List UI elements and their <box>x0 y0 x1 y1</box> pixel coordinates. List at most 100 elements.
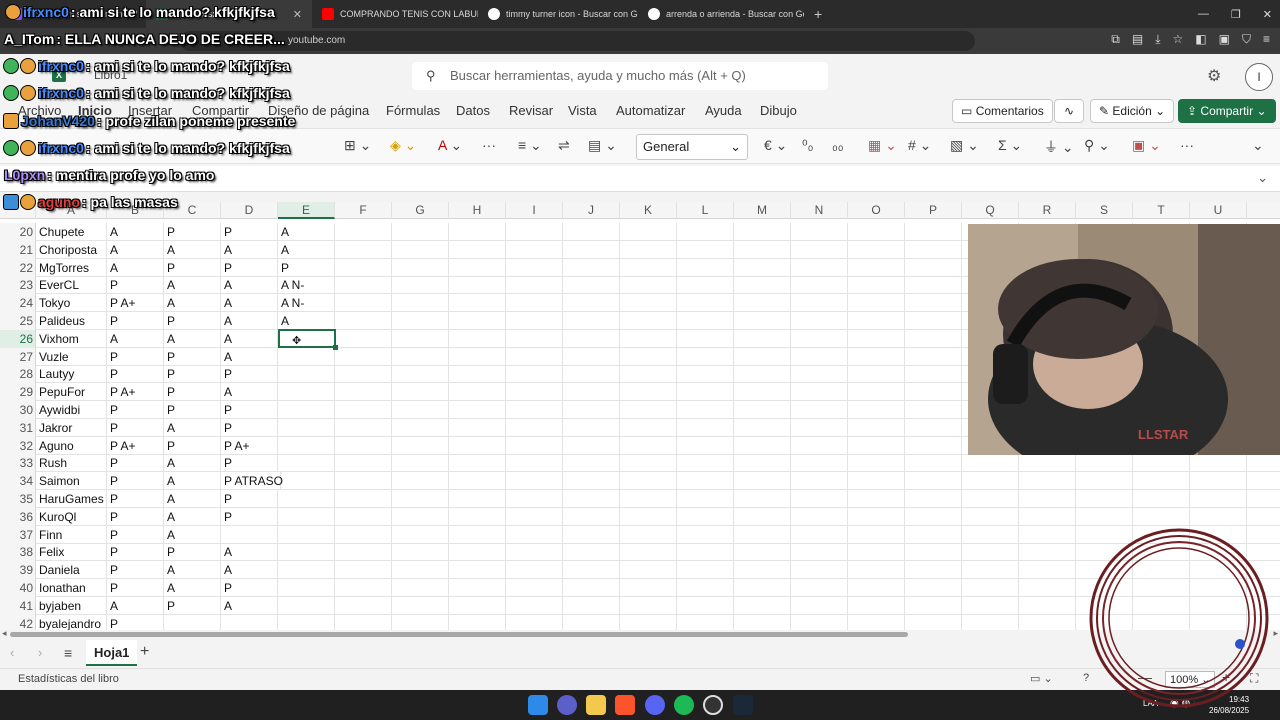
empty-cell[interactable] <box>962 454 1019 473</box>
empty-cell[interactable] <box>962 579 1019 597</box>
empty-cell[interactable] <box>677 561 734 580</box>
empty-cell[interactable] <box>506 312 563 330</box>
empty-cell[interactable] <box>563 579 620 597</box>
extensions-icon[interactable]: ⧉ <box>1111 32 1120 47</box>
empty-cell[interactable] <box>335 312 392 330</box>
empty-cell[interactable] <box>677 436 734 455</box>
empty-cell[interactable] <box>506 561 563 580</box>
cell-d32[interactable]: P A+ <box>221 436 278 455</box>
cell-e37[interactable] <box>278 525 335 544</box>
cell-a33[interactable]: Rush <box>36 454 107 473</box>
cell-b38[interactable]: P <box>107 543 164 562</box>
empty-cell[interactable] <box>734 276 791 295</box>
cell-b24[interactable]: P A+ <box>107 294 164 313</box>
empty-cell[interactable] <box>335 436 392 455</box>
cell-d22[interactable]: P <box>221 258 278 277</box>
empty-cell[interactable] <box>905 240 962 259</box>
empty-cell[interactable] <box>506 383 563 402</box>
expand-formula-icon[interactable]: ⌄ <box>1257 170 1268 186</box>
empty-cell[interactable] <box>563 490 620 508</box>
prev-sheet-icon[interactable]: ‹ <box>10 645 14 660</box>
table-format-icon[interactable]: # ⌄ <box>908 137 931 154</box>
borders-icon[interactable]: ⊞ ⌄ <box>344 137 371 154</box>
collapse-ribbon-icon[interactable]: ⌄ <box>1252 137 1264 154</box>
empty-cell[interactable] <box>563 258 620 277</box>
cell-c21[interactable]: A <box>164 240 221 259</box>
empty-cell[interactable] <box>848 240 905 259</box>
cell-c33[interactable]: A <box>164 454 221 473</box>
column-header-p[interactable]: P <box>905 202 962 219</box>
empty-cell[interactable] <box>335 454 392 473</box>
cell-a22[interactable]: MgTorres <box>36 258 107 277</box>
empty-cell[interactable] <box>392 223 449 241</box>
cell-a41[interactable]: byjaben <box>36 596 107 615</box>
column-header-j[interactable]: J <box>563 202 620 219</box>
empty-cell[interactable] <box>677 525 734 544</box>
empty-cell[interactable] <box>449 596 506 615</box>
empty-cell[interactable] <box>734 472 791 491</box>
empty-cell[interactable] <box>848 490 905 508</box>
empty-cell[interactable] <box>677 490 734 508</box>
empty-cell[interactable] <box>791 365 848 384</box>
empty-cell[interactable] <box>791 383 848 402</box>
cell-e33[interactable] <box>278 454 335 473</box>
workbook-stats[interactable]: Estadísticas del libro <box>18 673 119 685</box>
cell-d34[interactable]: P ATRASO <box>221 472 283 491</box>
cell-d33[interactable]: P <box>221 454 278 473</box>
conditional-format-icon[interactable]: ▦ ⌄ <box>868 137 897 154</box>
cell-d37[interactable] <box>221 525 278 544</box>
empty-cell[interactable] <box>905 525 962 544</box>
scroll-left-icon[interactable]: ◂ <box>2 628 7 639</box>
empty-cell[interactable] <box>335 507 392 526</box>
cell-d25[interactable]: A <box>221 312 278 330</box>
font-color-icon[interactable]: A ⌄ <box>438 137 462 154</box>
row-number[interactable]: 37 <box>0 525 36 544</box>
cell-b41[interactable]: A <box>107 596 164 615</box>
search-input[interactable]: ⚲ Buscar herramientas, ayuda y mucho más… <box>412 62 828 90</box>
cell-d29[interactable]: A <box>221 383 278 402</box>
empty-cell[interactable] <box>848 507 905 526</box>
add-sheet-button[interactable]: + <box>140 643 149 661</box>
cell-c28[interactable]: P <box>164 365 221 384</box>
empty-cell[interactable] <box>1076 507 1133 526</box>
empty-cell[interactable] <box>335 490 392 508</box>
empty-cell[interactable] <box>905 596 962 615</box>
minimize-icon[interactable]: — <box>1198 8 1209 20</box>
discord-icon[interactable] <box>645 695 665 715</box>
empty-cell[interactable] <box>392 276 449 295</box>
menu-revisar[interactable]: Revisar <box>509 103 553 118</box>
download-icon[interactable]: ⤓ <box>1155 32 1160 47</box>
empty-cell[interactable] <box>734 365 791 384</box>
empty-cell[interactable] <box>506 436 563 455</box>
empty-cell[interactable] <box>563 561 620 580</box>
empty-cell[interactable] <box>905 223 962 241</box>
empty-cell[interactable] <box>1247 472 1280 490</box>
empty-cell[interactable] <box>1133 507 1190 526</box>
cell-d41[interactable]: A <box>221 596 278 615</box>
empty-cell[interactable] <box>449 525 506 544</box>
cell-d20[interactable]: P <box>221 223 278 241</box>
empty-cell[interactable] <box>506 579 563 597</box>
empty-cell[interactable] <box>563 543 620 562</box>
sheet-tab-hoja1[interactable]: Hoja1 <box>86 640 138 666</box>
empty-cell[interactable] <box>620 276 677 295</box>
empty-cell[interactable] <box>734 312 791 330</box>
empty-cell[interactable] <box>620 240 677 259</box>
cell-d39[interactable]: A <box>221 561 278 580</box>
steam-icon[interactable] <box>733 695 753 715</box>
cell-e31[interactable] <box>278 418 335 437</box>
empty-cell[interactable] <box>848 543 905 562</box>
empty-cell[interactable] <box>905 472 962 491</box>
empty-cell[interactable] <box>962 596 1019 615</box>
empty-cell[interactable] <box>905 543 962 562</box>
column-header-u[interactable]: U <box>1190 202 1247 219</box>
empty-cell[interactable] <box>392 240 449 259</box>
empty-cell[interactable] <box>1190 454 1247 473</box>
empty-cell[interactable] <box>677 258 734 277</box>
empty-cell[interactable] <box>905 436 962 455</box>
empty-cell[interactable] <box>335 240 392 259</box>
cell-a30[interactable]: Aywidbi <box>36 401 107 419</box>
cell-e21[interactable]: A <box>278 240 335 259</box>
empty-cell[interactable] <box>905 294 962 313</box>
browser-tab-3[interactable]: COMPRANDO TENIS CON LABUBU <box>312 0 478 28</box>
